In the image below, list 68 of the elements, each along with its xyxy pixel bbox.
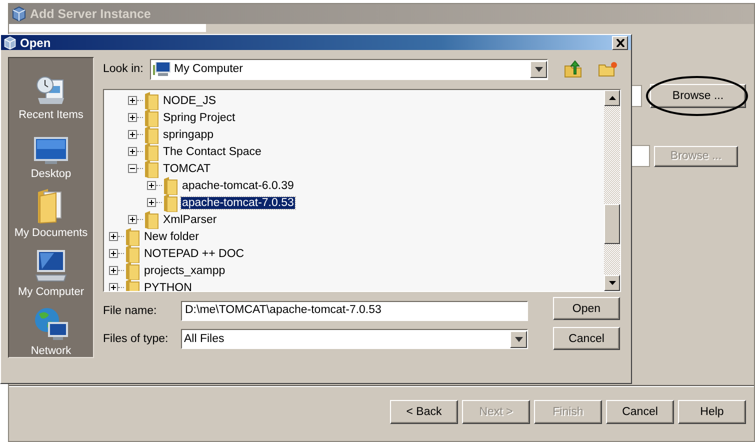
folder-icon [144, 142, 159, 160]
folder-item[interactable]: TOMCAT [162, 162, 212, 174]
expand-icon[interactable] [128, 113, 137, 122]
expand-icon[interactable] [128, 147, 137, 156]
folder-item[interactable]: apache-tomcat-6.0.39 [181, 180, 295, 192]
expand-icon[interactable] [109, 283, 118, 291]
expand-icon[interactable] [109, 266, 118, 275]
expand-icon[interactable] [147, 198, 156, 207]
places-item[interactable]: Desktop [9, 121, 93, 180]
expand-icon[interactable] [109, 232, 118, 241]
look-in-dropdown[interactable]: My Computer [150, 58, 548, 80]
monitor-icon [34, 137, 68, 165]
folder-item[interactable]: The Contact Space [162, 146, 262, 158]
folder-item[interactable]: apache-tomcat-7.0.53 [181, 196, 295, 208]
computer-icon [153, 62, 171, 76]
collapse-icon[interactable] [128, 164, 137, 173]
file-name-field[interactable]: D:\me\TOMCAT\apache-tomcat-7.0.53 [181, 301, 528, 321]
folder-icon [125, 228, 140, 246]
scroll-up-icon[interactable] [608, 96, 616, 100]
look-in-label: Look in: [103, 63, 144, 75]
places-item[interactable]: My Computer [9, 239, 93, 298]
wizard-button[interactable]: Cancel [606, 400, 674, 424]
folder-icon [125, 244, 140, 262]
folder-item[interactable]: New folder [143, 230, 200, 242]
file-type-label: Files of type: [103, 333, 170, 345]
wizard-button[interactable]: Help [678, 400, 746, 424]
scroll-thumb[interactable] [604, 204, 620, 244]
folder-icon [144, 108, 159, 126]
folder-icon [144, 126, 159, 144]
places-item[interactable]: Network [9, 298, 93, 357]
file-name-label: File name: [103, 305, 158, 317]
file-type-dropdown[interactable]: All Files [181, 329, 528, 349]
expand-icon[interactable] [147, 181, 156, 190]
folder-item[interactable]: Spring Project [162, 112, 236, 124]
expand-icon[interactable] [128, 96, 137, 105]
expand-icon[interactable] [109, 249, 118, 258]
expand-icon[interactable] [128, 215, 137, 224]
places-item[interactable]: Recent Items [9, 62, 93, 121]
folder-item[interactable]: PYTHON [143, 282, 193, 291]
folder-item[interactable]: NODE_JS [162, 94, 218, 106]
wizard-button[interactable]: < Back [390, 400, 458, 424]
places-item[interactable]: My Documents [9, 180, 93, 239]
cube-icon [11, 6, 27, 22]
expand-icon[interactable] [128, 130, 137, 139]
folder-icon [163, 194, 178, 212]
folder-item[interactable]: springapp [162, 128, 215, 140]
dropdown-arrow-icon [514, 336, 522, 342]
folder-icon [163, 176, 178, 194]
folder-item[interactable]: NOTEPAD ++ DOC [143, 248, 246, 260]
globe-computer-icon [33, 306, 69, 342]
dialog-button[interactable]: Open [553, 297, 620, 320]
folder-item[interactable]: projects_xampp [143, 264, 226, 276]
folder-icon [144, 210, 159, 228]
scrollbar[interactable] [604, 90, 620, 291]
dropdown-arrow-icon [534, 66, 542, 72]
browse-button[interactable]: Browse ... [650, 84, 746, 108]
scroll-down-icon[interactable] [608, 281, 616, 285]
folder-icon [144, 92, 159, 110]
folder-item[interactable]: XmlParser [162, 214, 218, 226]
up-folder-icon[interactable] [564, 60, 582, 78]
close-icon [616, 38, 624, 46]
computer-icon [34, 249, 68, 283]
folder-icon [144, 160, 159, 178]
window-title: Add Server Instance [30, 7, 151, 21]
text-field[interactable] [9, 24, 206, 32]
dialog-title: Open [20, 36, 52, 50]
dialog-button[interactable]: Cancel [553, 327, 620, 350]
close-button[interactable] [612, 36, 628, 50]
